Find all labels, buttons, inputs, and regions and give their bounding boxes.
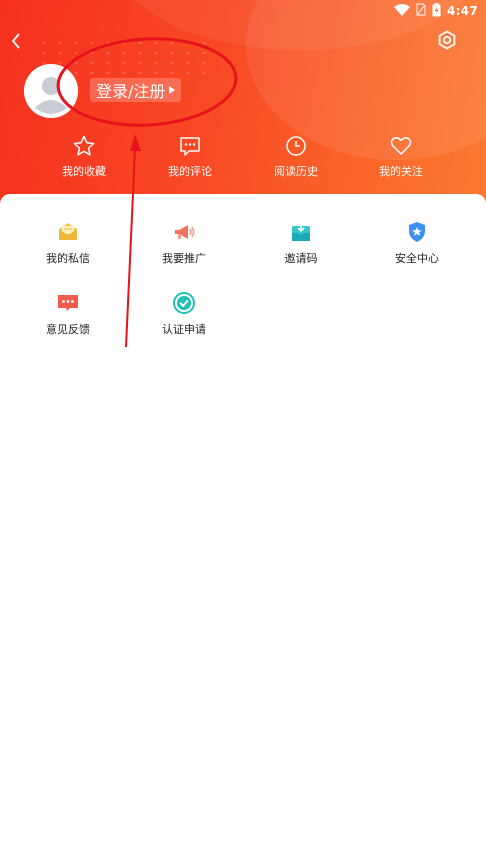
menu-item-security[interactable]: 安全中心 — [367, 220, 467, 266]
avatar[interactable] — [24, 64, 78, 118]
menu-item-feedback[interactable]: 意见反馈 — [18, 291, 118, 337]
quick-link-following[interactable]: 我的关注 — [356, 134, 446, 179]
menu-item-promote[interactable]: 我要推广 — [134, 220, 234, 266]
menu-item-label: 邀请码 — [284, 252, 318, 265]
login-register-label: 登录/注册 — [96, 82, 166, 101]
menu-item-label: 我的私信 — [46, 252, 90, 265]
status-bar: 4:47 — [393, 2, 478, 20]
quick-link-history[interactable]: 阅读历史 — [251, 134, 341, 179]
menu-item-label: 安全中心 — [395, 252, 439, 265]
quick-link-label: 我的关注 — [379, 165, 423, 178]
menu-item-label: 我要推广 — [162, 252, 206, 265]
heart-icon — [390, 137, 412, 155]
shield-icon — [409, 222, 425, 242]
menu-item-messages[interactable]: 我的私信 — [18, 220, 118, 266]
gear-icon — [438, 30, 456, 50]
login-register-button[interactable]: 登录/注册 — [90, 78, 182, 102]
feedback-icon — [58, 295, 78, 311]
caret-right-icon — [169, 86, 176, 94]
quick-link-favorites[interactable]: 我的收藏 — [39, 134, 129, 179]
settings-button[interactable] — [435, 28, 459, 52]
battery-icon — [432, 2, 441, 20]
star-icon — [73, 135, 95, 156]
chevron-left-icon — [11, 33, 20, 49]
quick-link-label: 阅读历史 — [274, 165, 318, 178]
megaphone-icon — [175, 225, 195, 239]
quick-link-label: 我的收藏 — [62, 165, 106, 178]
quick-link-comments[interactable]: 我的评论 — [145, 134, 235, 179]
status-time: 4:47 — [446, 4, 478, 18]
quick-links: 我的收藏 我的评论 阅读历史 我的关注 — [0, 134, 486, 184]
menu-item-invite-code[interactable]: 邀请码 — [251, 220, 351, 266]
wifi-icon — [393, 3, 410, 19]
invite-icon — [292, 223, 310, 241]
menu-card: 我的私信 我要推广 邀请码 安全中心 意见反馈 认证申请 — [0, 194, 486, 865]
comment-icon — [180, 137, 200, 156]
back-button[interactable] — [4, 28, 28, 54]
default-avatar-icon — [24, 64, 78, 118]
profile-header: 4:47 登录/注册 我的收藏 我的评论 阅读历史 我的关注 — [0, 0, 486, 215]
no-sim-icon — [416, 3, 426, 19]
clock-icon — [286, 136, 306, 156]
mail-icon — [59, 223, 77, 240]
menu-item-label: 认证申请 — [162, 323, 206, 336]
menu-item-verification[interactable]: 认证申请 — [134, 291, 234, 337]
verify-icon — [173, 292, 195, 314]
quick-link-label: 我的评论 — [168, 165, 212, 178]
menu-item-label: 意见反馈 — [46, 323, 90, 336]
